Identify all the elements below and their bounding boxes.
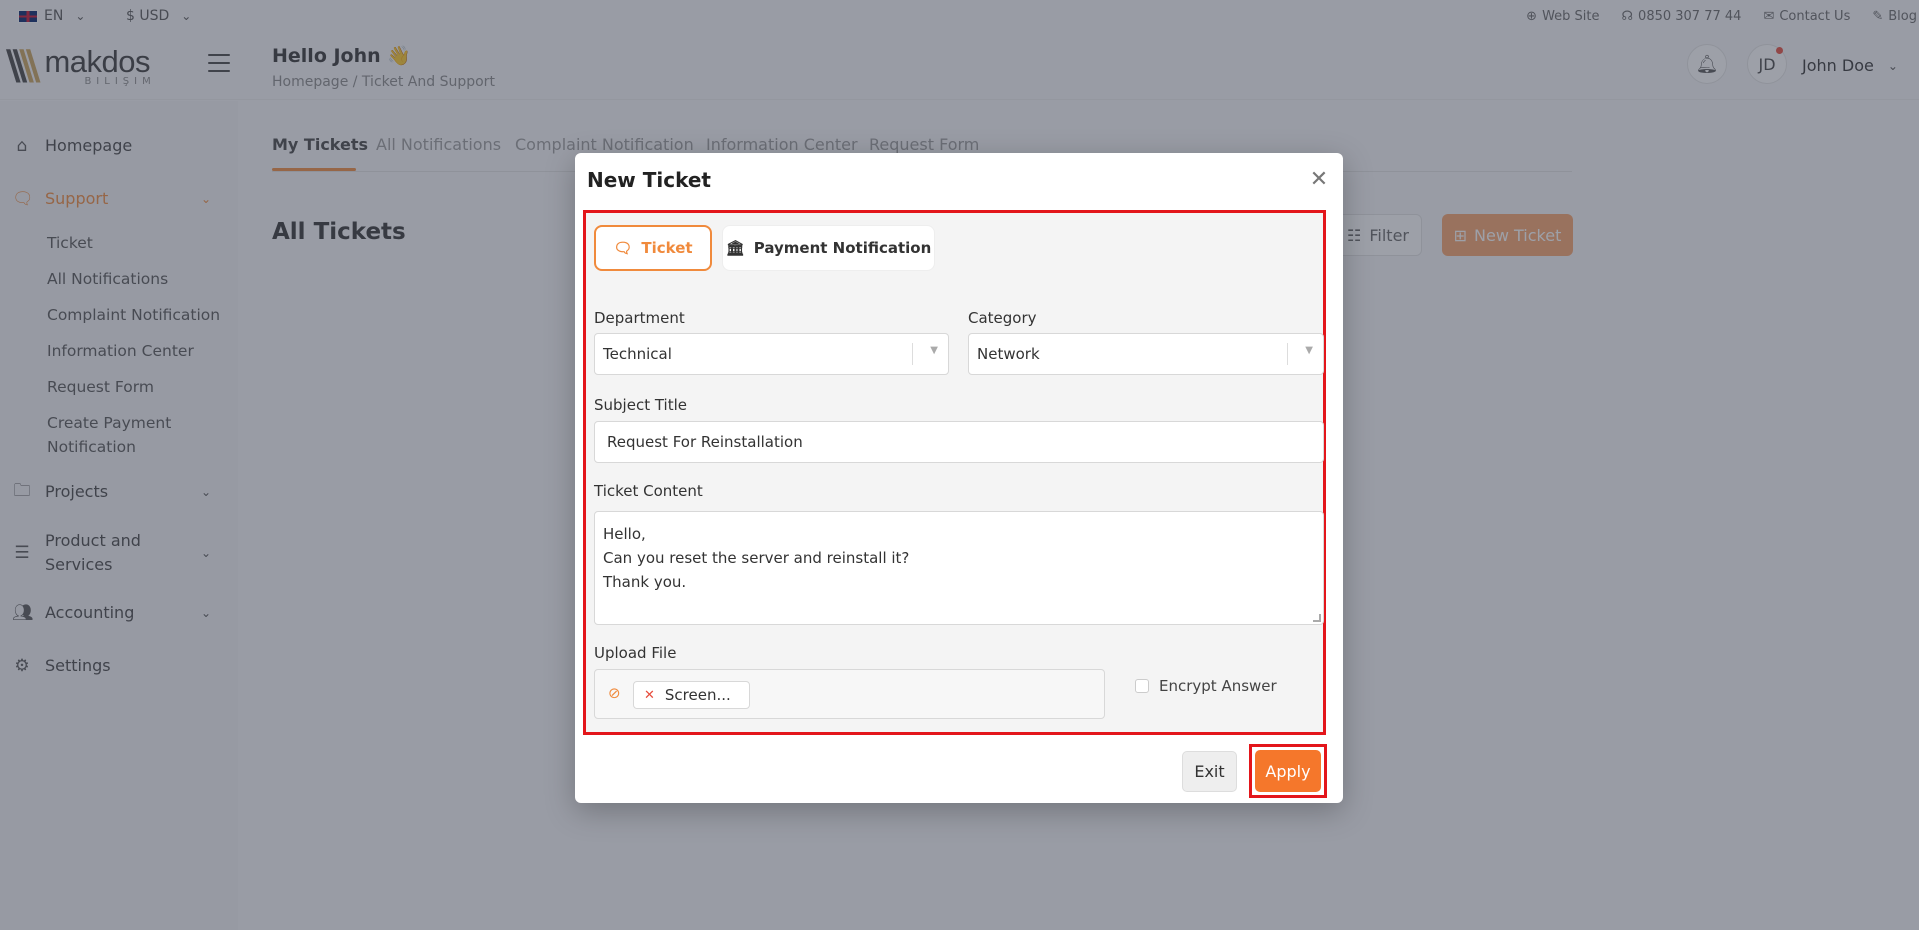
department-select[interactable]: Technical ▼ [594, 333, 949, 375]
paperclip-icon: ⊘ [608, 684, 621, 702]
tab-ticket-label: Ticket [641, 239, 693, 257]
subject-label: Subject Title [594, 396, 687, 414]
modal-form: 🗨︎ Ticket 🏛︎ Payment Notification Depart… [583, 210, 1326, 735]
category-value: Network [977, 345, 1040, 363]
new-ticket-modal: New Ticket ✕ 🗨︎ Ticket 🏛︎ Payment Notifi… [575, 153, 1343, 803]
dropdown-arrow-icon: ▼ [930, 345, 938, 356]
chat-icon: 🗨︎ [613, 239, 633, 257]
content-label: Ticket Content [594, 482, 703, 500]
file-upload-field[interactable]: ⊘ ✕ Screen... [594, 669, 1105, 719]
upload-label: Upload File [594, 644, 677, 662]
tab-payment-notification[interactable]: 🏛︎ Payment Notification [722, 225, 935, 271]
department-label: Department [594, 309, 685, 327]
apply-button[interactable]: Apply [1255, 750, 1321, 792]
bank-icon: 🏛︎ [725, 239, 745, 257]
department-value: Technical [603, 345, 672, 363]
file-chip: ✕ Screen... [633, 681, 750, 709]
file-chip-name: Screen... [664, 686, 731, 704]
tab-ticket[interactable]: 🗨︎ Ticket [594, 225, 712, 271]
select-divider [1287, 343, 1288, 365]
encrypt-answer-label: Encrypt Answer [1159, 677, 1277, 695]
resize-handle[interactable] [1313, 614, 1321, 622]
content-line: Hello, [603, 525, 646, 543]
ticket-content-textarea[interactable]: Hello, Can you reset the server and rein… [594, 511, 1324, 625]
encrypt-answer-checkbox[interactable]: Encrypt Answer [1135, 677, 1277, 695]
subject-input[interactable]: Request For Reinstallation [594, 421, 1324, 463]
category-select[interactable]: Network ▼ [968, 333, 1324, 375]
category-label: Category [968, 309, 1037, 327]
content-line: Can you reset the server and reinstall i… [603, 549, 910, 567]
tab-payment-label: Payment Notification [753, 239, 932, 257]
dropdown-arrow-icon: ▼ [1305, 345, 1313, 356]
remove-file-icon[interactable]: ✕ [644, 688, 655, 703]
apply-highlight: Apply [1249, 744, 1327, 798]
content-line: Thank you. [603, 573, 687, 591]
exit-button[interactable]: Exit [1182, 751, 1237, 792]
modal-title: New Ticket [587, 168, 711, 192]
checkbox-box[interactable] [1135, 679, 1149, 693]
select-divider [912, 343, 913, 365]
close-icon[interactable]: ✕ [1307, 167, 1331, 192]
